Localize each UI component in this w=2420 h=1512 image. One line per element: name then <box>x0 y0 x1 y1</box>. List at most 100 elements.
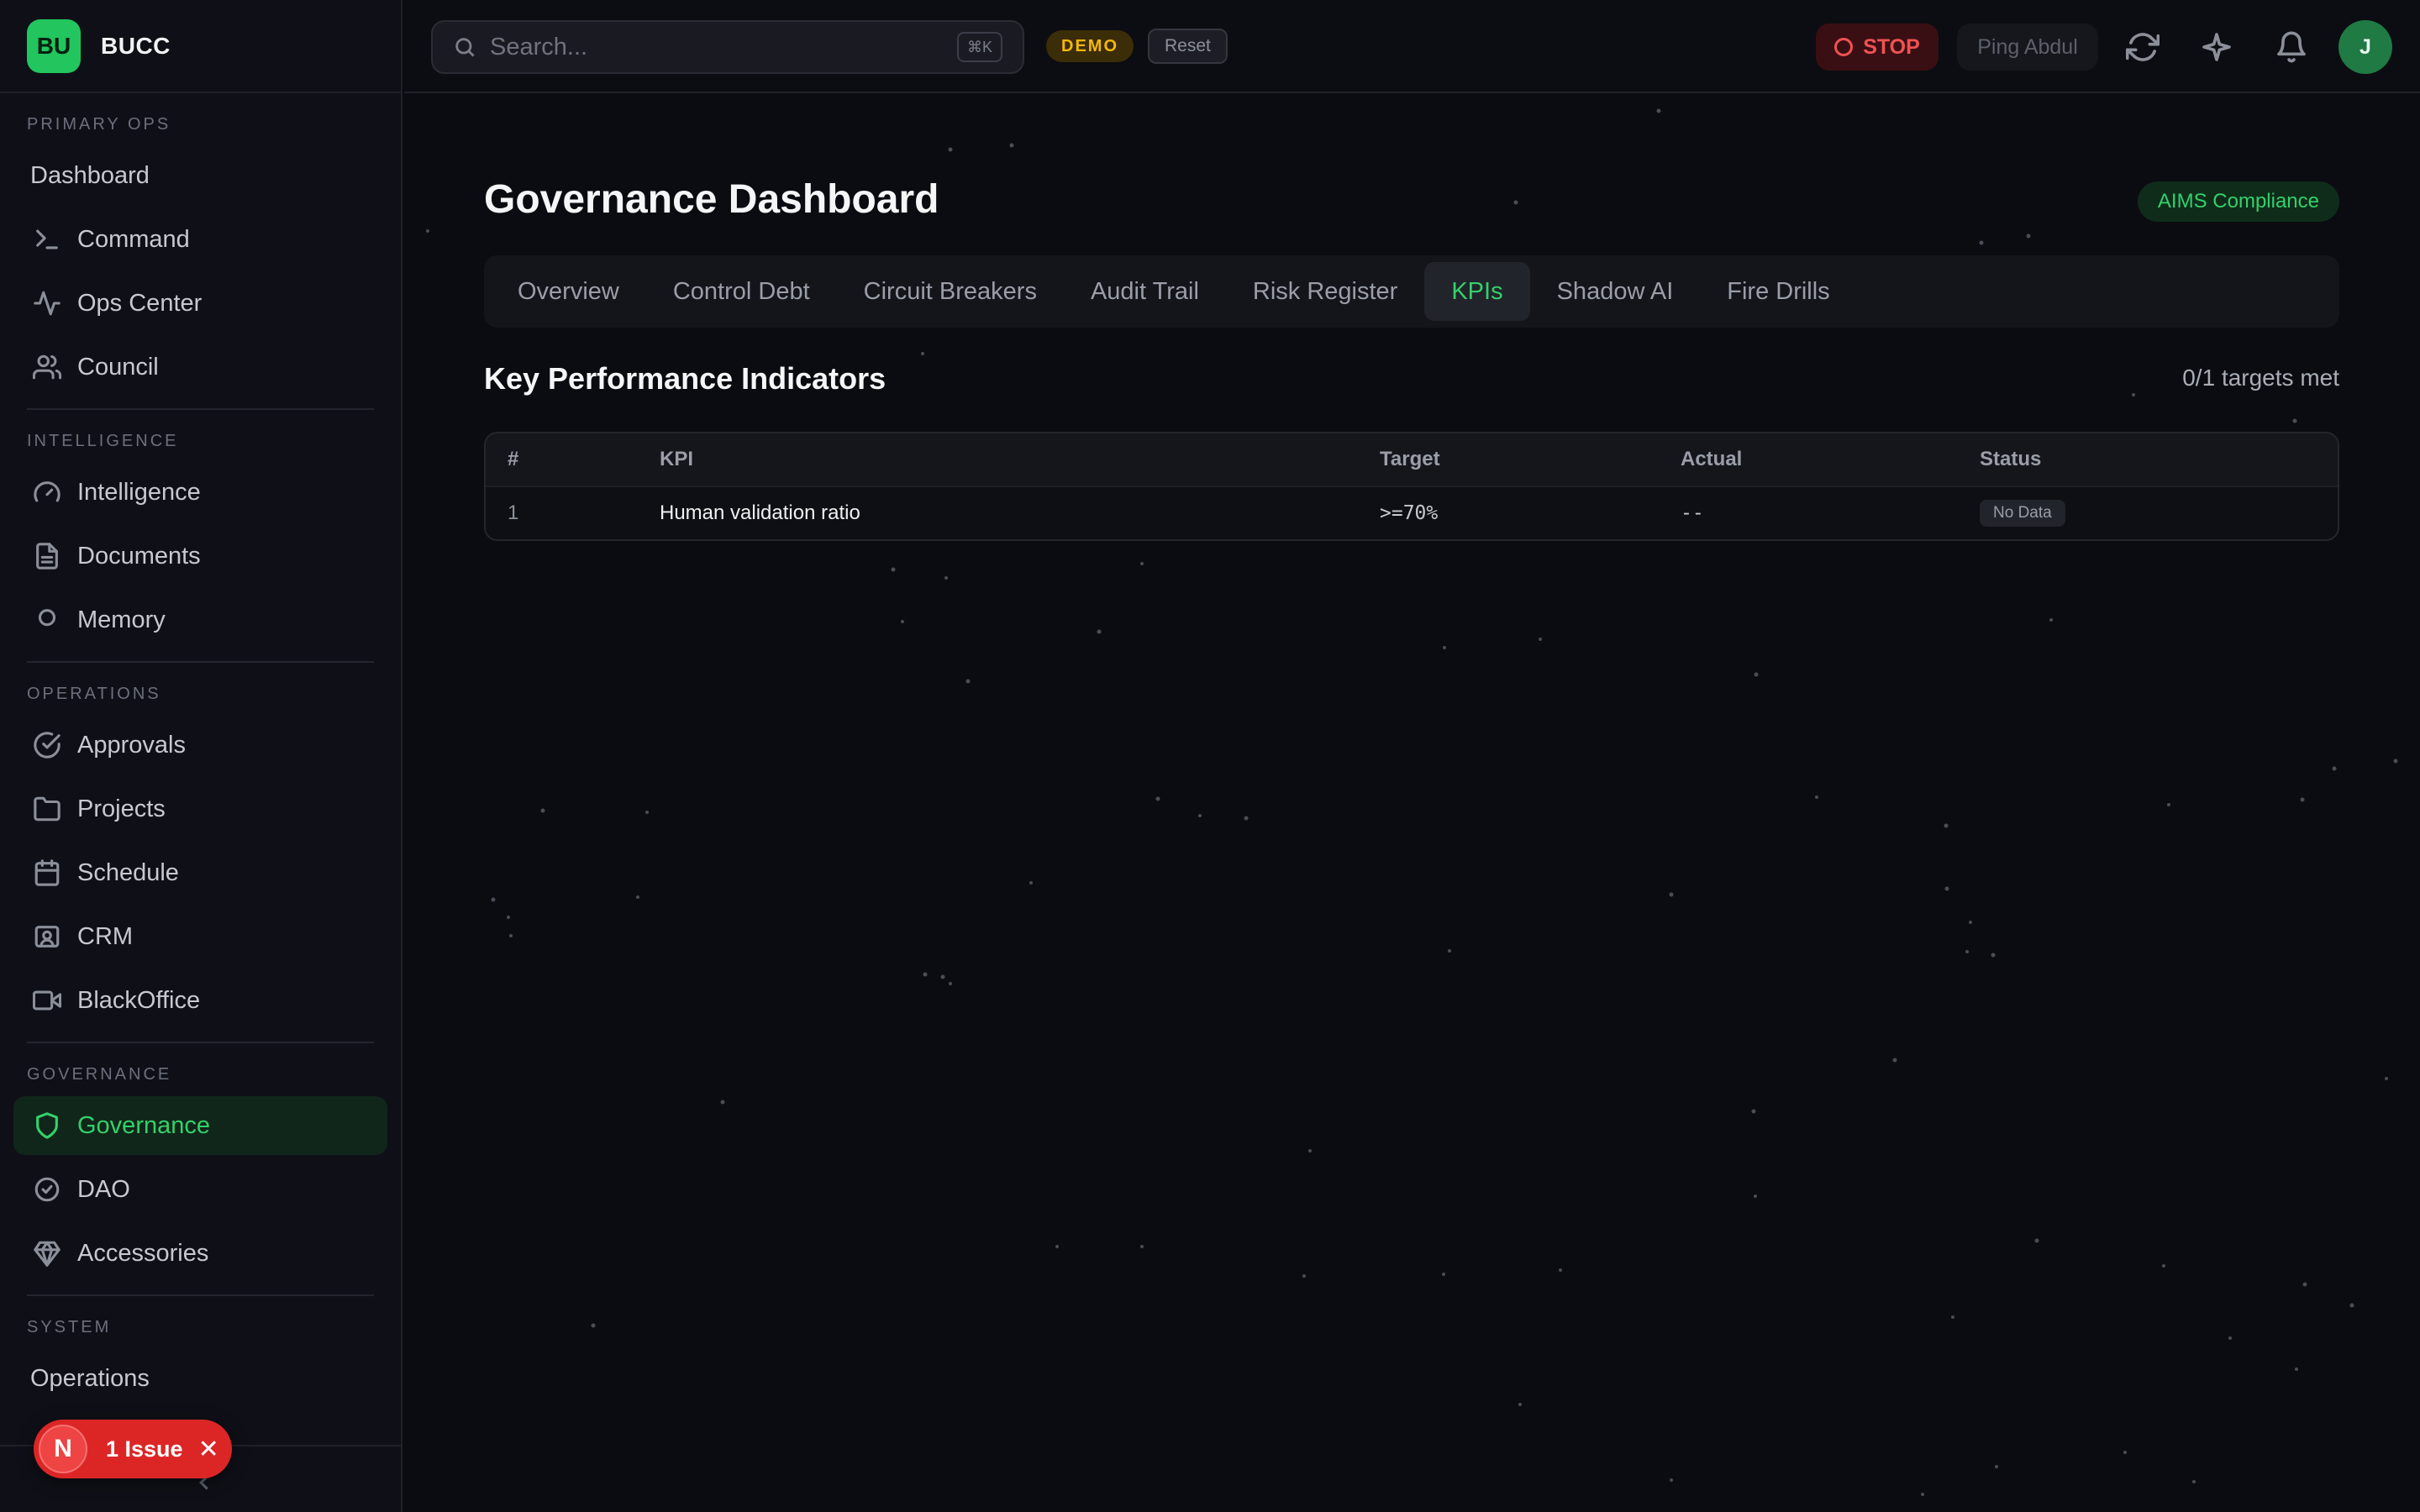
column-header-status: Status <box>1980 448 2042 470</box>
sparkle-icon[interactable] <box>2200 30 2233 64</box>
sidebar-item-label: DAO <box>77 1175 130 1203</box>
gauge-icon <box>30 475 64 509</box>
brand: BU BUCC <box>0 0 401 93</box>
tab-bar: Overview Control Debt Circuit Breakers A… <box>484 255 2339 328</box>
sidebar-item-approvals[interactable]: Approvals <box>13 716 387 774</box>
tab-audit-trail[interactable]: Audit Trail <box>1064 262 1226 321</box>
cell-actual: -- <box>1681 502 1704 524</box>
search-placeholder: Search... <box>490 33 588 60</box>
sidebar-nav: PRIMARY OPS Dashboard Command Ops Center… <box>0 93 401 1408</box>
sidebar-item-label: Documents <box>77 542 201 570</box>
issue-count[interactable]: 1 Issue <box>106 1436 183 1462</box>
section-title-intelligence: INTELLIGENCE <box>27 432 179 450</box>
column-header-kpi: KPI <box>660 448 694 470</box>
check-circle-icon <box>30 728 64 762</box>
search-shortcut-hint: ⌘K <box>956 32 1002 62</box>
status-badge: No Data <box>1980 500 2065 527</box>
bell-icon[interactable] <box>2275 30 2308 64</box>
sidebar-item-governance[interactable]: Governance <box>13 1096 387 1155</box>
stop-circle-icon <box>1834 38 1854 56</box>
sidebar-item-label: CRM <box>77 922 134 950</box>
cell-kpi: Human validation ratio <box>660 501 860 524</box>
sidebar-item-label: Intelligence <box>77 478 201 506</box>
top-bar: Search... ⌘K DEMO Reset STOP Ping Abdul … <box>404 0 2420 93</box>
section-heading: Key Performance Indicators <box>484 361 886 396</box>
nextjs-logo-icon: N <box>39 1425 87 1473</box>
sidebar-item-dashboard[interactable]: Dashboard <box>13 146 387 205</box>
sidebar-item-dao[interactable]: DAO <box>13 1160 387 1219</box>
table-header: # KPI Target Actual Status <box>486 433 2338 486</box>
sidebar-item-blackoffice[interactable]: BlackOffice <box>13 971 387 1030</box>
sidebar-item-memory[interactable]: Memory <box>13 591 387 649</box>
cell-status: No Data <box>1980 500 2065 527</box>
section-title-operations: OPERATIONS <box>27 685 161 703</box>
tab-fire-drills[interactable]: Fire Drills <box>1700 262 1856 321</box>
avatar[interactable]: J <box>2338 20 2392 74</box>
contact-card-icon <box>30 920 64 953</box>
tab-control-debt[interactable]: Control Debt <box>646 262 837 321</box>
compliance-badge[interactable]: AIMS Compliance <box>2137 181 2339 222</box>
kpi-table: # KPI Target Actual Status 1 Human valid… <box>484 432 2339 541</box>
shield-icon <box>30 1109 64 1142</box>
sidebar-item-label: Memory <box>77 606 166 633</box>
cell-number: 1 <box>508 501 519 524</box>
activity-icon <box>30 286 64 320</box>
sidebar-item-council[interactable]: Council <box>13 338 387 396</box>
brand-logo[interactable]: BU <box>27 18 81 73</box>
search-icon <box>455 38 475 57</box>
badge-check-icon <box>30 1173 64 1206</box>
tab-kpis[interactable]: KPIs <box>1424 262 1530 321</box>
tab-overview[interactable]: Overview <box>491 262 646 321</box>
section-title-system: SYSTEM <box>27 1318 112 1336</box>
sidebar-item-label: Operations <box>30 1364 150 1392</box>
document-icon <box>30 539 64 573</box>
sidebar-item-crm[interactable]: CRM <box>13 907 387 966</box>
sidebar-item-label: Accessories <box>77 1239 209 1267</box>
sidebar-item-accessories[interactable]: Accessories <box>13 1224 387 1283</box>
sidebar-item-label: BlackOffice <box>77 986 201 1014</box>
stop-label: STOP <box>1863 34 1920 59</box>
gem-icon <box>30 1236 64 1270</box>
users-icon <box>30 350 64 384</box>
column-header-target: Target <box>1380 448 1440 470</box>
section-title-primary-ops: PRIMARY OPS <box>27 115 171 134</box>
terminal-icon <box>30 223 64 256</box>
sidebar-item-intelligence[interactable]: Intelligence <box>13 463 387 522</box>
issue-indicator[interactable]: N 1 Issue ✕ <box>34 1420 232 1478</box>
close-icon[interactable]: ✕ <box>198 1435 219 1464</box>
calendar-icon <box>30 856 64 890</box>
circle-icon <box>30 603 64 637</box>
video-icon <box>30 984 64 1017</box>
sidebar: BU BUCC PRIMARY OPS Dashboard Command Op… <box>0 0 402 1512</box>
tab-risk-register[interactable]: Risk Register <box>1226 262 1424 321</box>
table-row[interactable]: 1 Human validation ratio >=70% -- No Dat… <box>486 486 2338 539</box>
sidebar-item-label: Command <box>77 225 190 253</box>
sidebar-item-command[interactable]: Command <box>13 210 387 269</box>
search-input[interactable]: Search... ⌘K <box>431 20 1024 74</box>
sidebar-item-label: Schedule <box>77 858 179 886</box>
folder-icon <box>30 792 64 826</box>
ping-button[interactable]: Ping Abdul <box>1957 24 2098 71</box>
sidebar-item-documents[interactable]: Documents <box>13 527 387 585</box>
targets-summary: 0/1 targets met <box>2182 365 2339 391</box>
sidebar-item-label: Governance <box>77 1111 210 1139</box>
demo-badge: DEMO <box>1046 30 1134 62</box>
tab-shadow-ai[interactable]: Shadow AI <box>1530 262 1701 321</box>
brand-name: BUCC <box>101 32 171 59</box>
tab-circuit-breakers[interactable]: Circuit Breakers <box>837 262 1064 321</box>
sidebar-item-ops-center[interactable]: Ops Center <box>13 274 387 333</box>
sidebar-item-label: Projects <box>77 795 166 822</box>
sidebar-item-schedule[interactable]: Schedule <box>13 843 387 902</box>
sidebar-item-operations[interactable]: Operations <box>13 1349 387 1408</box>
stop-button[interactable]: STOP <box>1816 24 1939 71</box>
cell-target: >=70% <box>1380 502 1439 524</box>
sidebar-item-label: Ops Center <box>77 289 203 317</box>
reset-button[interactable]: Reset <box>1148 29 1228 64</box>
sidebar-item-label: Dashboard <box>30 161 150 189</box>
column-header-number: # <box>508 448 519 470</box>
column-header-actual: Actual <box>1681 448 1743 470</box>
page-title: Governance Dashboard <box>484 177 939 222</box>
sidebar-item-projects[interactable]: Projects <box>13 780 387 838</box>
refresh-icon[interactable] <box>2125 30 2160 64</box>
sidebar-item-label: Approvals <box>77 731 186 759</box>
